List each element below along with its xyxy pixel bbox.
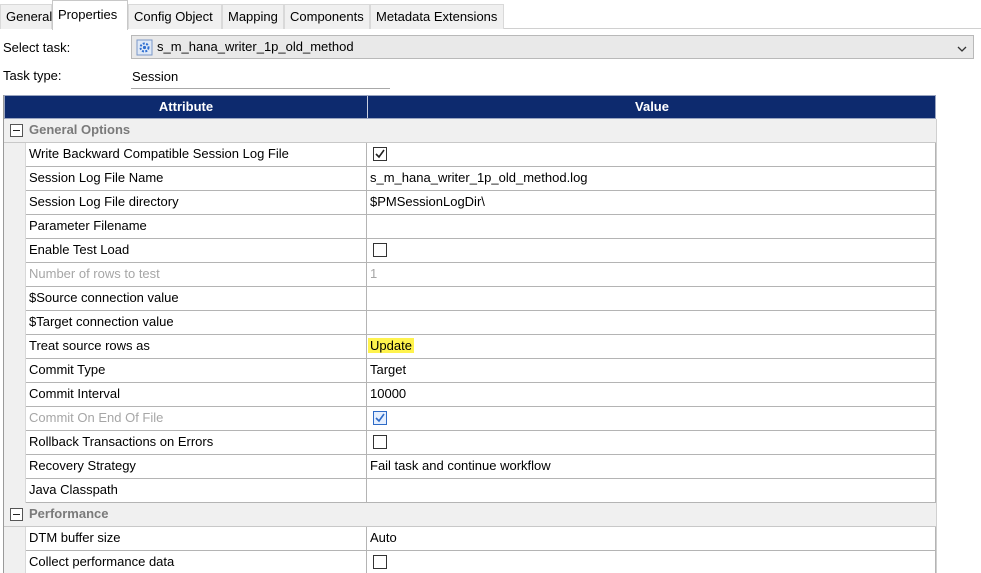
attribute-name: Commit Interval: [29, 386, 121, 401]
table-row[interactable]: Enable Test Load: [4, 239, 936, 263]
attribute-name: Java Classpath: [29, 482, 118, 497]
select-task-dropdown[interactable]: s_m_hana_writer_1p_old_method: [131, 35, 974, 59]
attribute-value[interactable]: s_m_hana_writer_1p_old_method.log: [370, 167, 588, 190]
checkbox[interactable]: [373, 435, 387, 449]
attribute-value[interactable]: Update: [368, 335, 414, 358]
attribute-name: Write Backward Compatible Session Log Fi…: [29, 146, 289, 161]
attribute-name: Commit Type: [29, 362, 106, 377]
group-performance[interactable]: Performance: [4, 503, 936, 527]
select-task-value: s_m_hana_writer_1p_old_method: [157, 39, 354, 54]
table-row[interactable]: Collect performance data: [4, 551, 936, 573]
checkbox: [373, 411, 387, 425]
table-row[interactable]: Rollback Transactions on Errors: [4, 431, 936, 455]
attribute-name: Recovery Strategy: [29, 458, 136, 473]
attribute-name: Session Log File Name: [29, 170, 164, 185]
table-row[interactable]: Write Backward Compatible Session Log Fi…: [4, 143, 936, 167]
attribute-value: 1: [370, 266, 378, 281]
tab-general[interactable]: General: [0, 4, 52, 29]
tab-bar: General Properties Config Object Mapping…: [0, 0, 981, 30]
table-row[interactable]: Parameter Filename: [4, 215, 936, 239]
task-type-field: Session: [131, 67, 390, 89]
attribute-name: Number of rows to test: [29, 266, 160, 281]
attribute-value[interactable]: Fail task and continue workflow: [370, 455, 551, 478]
attribute-name: Session Log File directory: [29, 194, 179, 209]
column-header-attribute[interactable]: Attribute: [5, 96, 367, 118]
table-row[interactable]: Treat source rows as Update: [4, 335, 936, 359]
attribute-name: $Target connection value: [29, 314, 174, 329]
tab-mapping[interactable]: Mapping: [222, 4, 284, 29]
attribute-name: Collect performance data: [29, 554, 175, 569]
table-row[interactable]: Commit Interval 10000: [4, 383, 936, 407]
tab-metadata-extensions[interactable]: Metadata Extensions: [370, 4, 504, 29]
grid-header: Attribute Value: [4, 95, 936, 119]
attribute-name: Rollback Transactions on Errors: [29, 434, 214, 449]
attribute-name: $Source connection value: [29, 290, 179, 305]
table-row[interactable]: $Target connection value: [4, 311, 936, 335]
group-general-options[interactable]: General Options: [4, 119, 936, 143]
column-header-value[interactable]: Value: [368, 96, 936, 118]
properties-grid: Attribute Value General Options Write Ba…: [3, 95, 974, 573]
checkbox[interactable]: [373, 555, 387, 569]
tab-config-object[interactable]: Config Object: [128, 4, 222, 29]
attribute-name: Enable Test Load: [29, 242, 130, 257]
collapse-icon[interactable]: [10, 124, 23, 137]
attribute-name: Commit On End Of File: [29, 410, 164, 425]
attribute-value[interactable]: 10000: [370, 383, 406, 406]
task-type-label: Task type:: [3, 68, 62, 83]
table-row[interactable]: Commit Type Target: [4, 359, 936, 383]
select-task-label: Select task:: [3, 40, 71, 55]
table-row: Commit On End Of File: [4, 407, 936, 431]
attribute-name: DTM buffer size: [29, 530, 121, 545]
table-row[interactable]: Java Classpath: [4, 479, 936, 503]
chevron-down-icon[interactable]: [957, 42, 967, 52]
table-row[interactable]: Session Log File Name s_m_hana_writer_1p…: [4, 167, 936, 191]
table-row[interactable]: Recovery Strategy Fail task and continue…: [4, 455, 936, 479]
collapse-icon[interactable]: [10, 508, 23, 521]
group-title: General Options: [29, 122, 131, 137]
table-row[interactable]: $Source connection value: [4, 287, 936, 311]
checkbox[interactable]: [373, 147, 387, 161]
table-row: Number of rows to test 1: [4, 263, 936, 287]
grid-side-panel: [936, 119, 974, 573]
group-title: Performance: [29, 506, 109, 521]
task-type-value: Session: [132, 69, 179, 84]
session-gear-icon: [136, 39, 153, 56]
checkbox[interactable]: [373, 243, 387, 257]
attribute-value[interactable]: Target: [370, 359, 406, 382]
attribute-name: Treat source rows as: [29, 338, 150, 353]
tab-properties[interactable]: Properties: [52, 0, 128, 30]
table-row[interactable]: DTM buffer size Auto: [4, 527, 936, 551]
attribute-value[interactable]: $PMSessionLogDir\: [370, 191, 485, 214]
attribute-name: Parameter Filename: [29, 218, 147, 233]
table-row[interactable]: Session Log File directory $PMSessionLog…: [4, 191, 936, 215]
tab-components[interactable]: Components: [284, 4, 370, 29]
highlighted-value: Update: [368, 338, 414, 353]
attribute-value[interactable]: Auto: [370, 527, 397, 550]
